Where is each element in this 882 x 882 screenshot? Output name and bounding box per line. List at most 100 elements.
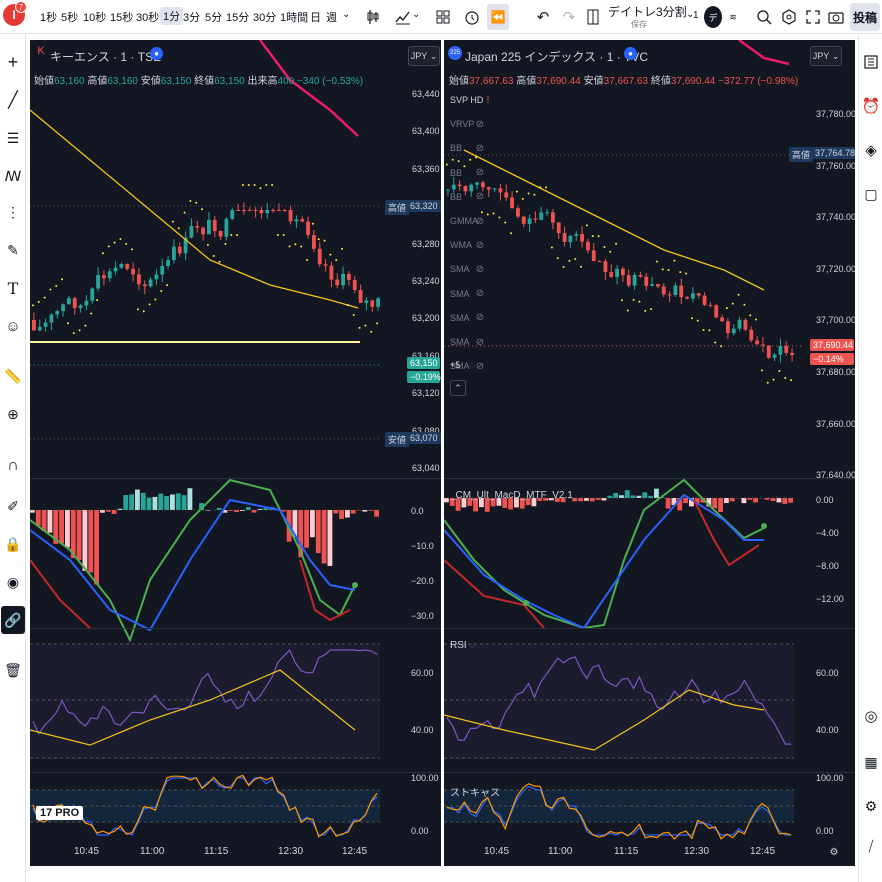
interval-5m[interactable]: 5分	[205, 9, 222, 25]
brush-icon[interactable]: ✎	[3, 240, 23, 260]
magnet-icon[interactable]: ∩	[3, 456, 23, 476]
stoch-title[interactable]: ストキャス	[450, 784, 500, 799]
macd-title[interactable]: _CM_Ult_MacD_MTF_V2.1	[450, 490, 573, 501]
zoom-icon[interactable]: ⊕	[3, 404, 23, 424]
settings-icon[interactable]	[779, 6, 799, 28]
interval-1h[interactable]: 1時間	[280, 9, 308, 25]
interval-10s[interactable]: 10秒	[83, 9, 106, 25]
hidden-eye-icon[interactable]: ⊘	[474, 336, 486, 348]
pattern-icon[interactable]: ꟿ	[3, 166, 23, 186]
indicator-label[interactable]: SMA	[450, 264, 470, 274]
hidden-eye-icon[interactable]: ⊘	[474, 118, 486, 130]
chat-icon[interactable]: ▢	[861, 184, 881, 204]
layout-icon[interactable]	[585, 7, 601, 27]
layout-name[interactable]: デイトレ3分割	[608, 3, 687, 20]
interval-3m[interactable]: 3分	[183, 9, 200, 25]
indicators-icon[interactable]	[393, 7, 413, 27]
publish-button[interactable]: 投稿	[850, 3, 880, 31]
interval-week[interactable]: 週	[326, 9, 337, 25]
macd-signal-line	[30, 478, 356, 643]
indicator-label[interactable]: VRVP	[450, 119, 474, 129]
alarm-icon[interactable]: ⏰	[861, 96, 881, 116]
macd-bar	[123, 495, 129, 510]
symbol-title[interactable]: Japan 225 インデックス · 1 · TVC	[465, 48, 648, 65]
pane-separator[interactable]	[30, 628, 441, 629]
ruler-icon[interactable]: 📏	[3, 366, 23, 386]
collapse-icon[interactable]: ⌃	[450, 380, 466, 396]
interval-30s[interactable]: 30秒	[136, 9, 159, 25]
emoji-icon[interactable]: ☺	[3, 316, 23, 336]
indicator-label[interactable]: SMA	[450, 289, 470, 299]
hidden-eye-icon[interactable]: ⊘	[474, 312, 486, 324]
user-icon[interactable]: デ	[704, 6, 722, 28]
replay-icon[interactable]: ⏪	[487, 4, 509, 30]
search-icon[interactable]	[754, 6, 774, 28]
trash-icon[interactable]: 🗑	[3, 660, 23, 680]
indicator-label[interactable]: BB	[450, 143, 462, 153]
chart-pane-keyence[interactable]: K キーエンス · 1 · TSE ● JPY ⌄ 始値63,160 高値63,…	[30, 40, 441, 866]
pane-separator[interactable]	[444, 628, 855, 629]
undo-icon[interactable]: ↶	[534, 7, 552, 27]
pane-separator[interactable]	[444, 772, 855, 773]
indicator-label[interactable]: SMA	[450, 313, 470, 323]
interval-1s[interactable]: 1秒	[40, 9, 57, 25]
lock-icon[interactable]: 🔒	[3, 534, 23, 554]
interval-day[interactable]: 日	[310, 9, 321, 25]
trendline-icon[interactable]: ╱	[3, 90, 23, 110]
hidden-eye-icon[interactable]: ⊘	[474, 215, 486, 227]
indicator-label[interactable]: BB	[450, 168, 462, 178]
candle-body	[271, 210, 275, 211]
horizontal-lines-icon[interactable]: ☰	[3, 128, 23, 148]
sar-dot	[708, 329, 711, 332]
crosshair-icon[interactable]: +	[3, 52, 23, 72]
eye-icon[interactable]: ◉	[3, 572, 23, 592]
fullscreen-icon[interactable]	[803, 6, 823, 28]
redo-icon[interactable]: ↷	[560, 7, 578, 27]
currency-select[interactable]: JPY ⌄	[810, 46, 842, 66]
chevron-down-icon[interactable]: ⌄	[342, 9, 350, 20]
indicator-label[interactable]: SVP HD	[450, 95, 483, 105]
open-label: 始値	[449, 76, 469, 87]
interval-5s[interactable]: 5秒	[61, 9, 78, 25]
interval-15m[interactable]: 15分	[226, 9, 249, 25]
pencil-lock-icon[interactable]: ✐	[3, 496, 23, 516]
settings-icon[interactable]: ⚙	[828, 846, 840, 858]
help-icon[interactable]: ⧸	[861, 836, 881, 856]
indicator-label[interactable]: BB	[450, 192, 462, 202]
pane-separator[interactable]	[30, 478, 441, 479]
translate-icon[interactable]: ≋	[726, 8, 740, 26]
target-icon[interactable]: ◎	[861, 706, 881, 726]
hidden-eye-icon[interactable]: ⊘	[474, 191, 486, 203]
layout-grid-icon[interactable]	[433, 7, 453, 27]
indicator-label[interactable]: SMA	[450, 337, 470, 347]
camera-icon[interactable]	[826, 6, 846, 28]
pane-separator[interactable]	[30, 772, 441, 773]
hidden-eye-icon[interactable]: ⊘	[474, 263, 486, 275]
calendar-icon[interactable]: ▦	[861, 752, 881, 772]
interval-1m[interactable]: 1分	[160, 7, 184, 25]
currency-select[interactable]: JPY ⌄	[408, 46, 440, 66]
chart-pane-nikkei[interactable]: 225 Japan 225 インデックス · 1 · TVC ● JPY ⌄ 始…	[444, 40, 855, 866]
hidden-eye-icon[interactable]: ⊘	[474, 239, 486, 251]
alert-clock-icon[interactable]	[462, 7, 482, 27]
indicator-label[interactable]: WMA	[450, 240, 472, 250]
warning-icon[interactable]: !	[482, 94, 494, 106]
candlestick-icon[interactable]	[363, 7, 383, 27]
rsi-title[interactable]: RSI	[450, 640, 467, 651]
pane-separator[interactable]	[444, 478, 855, 479]
chevron-down-icon[interactable]: ⌄	[412, 9, 420, 20]
layers-icon[interactable]: ◈	[861, 140, 881, 160]
hidden-eye-icon[interactable]: ⊘	[474, 142, 486, 154]
more-indicators[interactable]: +5	[450, 360, 460, 370]
link-icon[interactable]: 🔗	[1, 606, 25, 634]
watchlist-icon[interactable]	[861, 52, 881, 72]
fib-icon[interactable]: ⋮	[3, 202, 23, 222]
interval-15s[interactable]: 15秒	[110, 9, 133, 25]
symbol-title[interactable]: キーエンス · 1 · TSE	[50, 48, 161, 65]
interval-30m[interactable]: 30分	[253, 9, 276, 25]
sar-dot	[539, 186, 542, 189]
data-window-icon[interactable]: ⚙	[861, 796, 881, 816]
hidden-eye-icon[interactable]: ⊘	[474, 167, 486, 179]
text-icon[interactable]: T	[3, 278, 23, 298]
hidden-eye-icon[interactable]: ⊘	[474, 288, 486, 300]
